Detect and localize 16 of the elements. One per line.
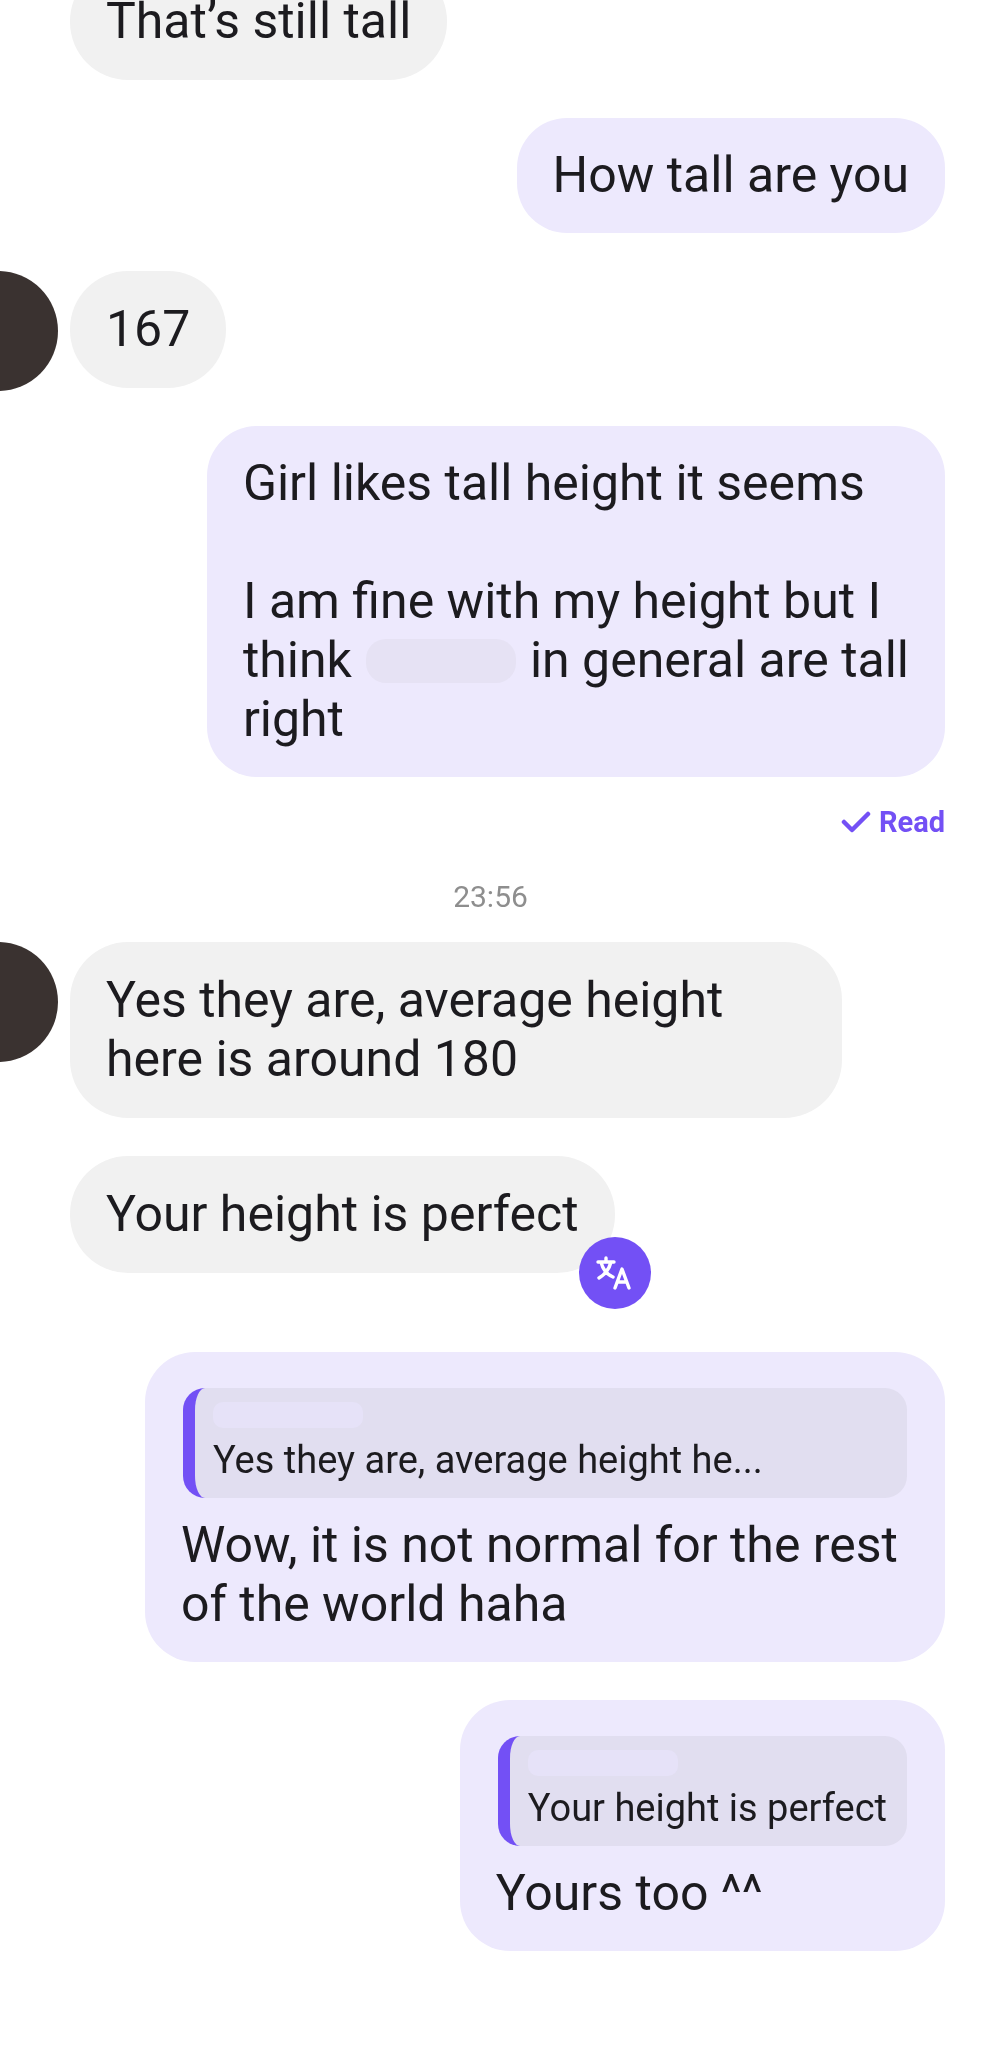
message-text: in general are tall	[529, 631, 909, 690]
quoted-reply[interactable]: Your height is perfect	[497, 1736, 907, 1846]
read-receipt: Read	[840, 805, 945, 839]
quoted-reply[interactable]: Yes they are, average height he...	[183, 1388, 907, 1498]
message-text: think	[242, 631, 352, 690]
timestamp: 23:56	[453, 879, 528, 914]
quoted-text: Yes they are, average height he...	[213, 1437, 764, 1484]
check-icon	[840, 810, 871, 834]
message-text: Yours too ^^	[495, 1864, 764, 1923]
message-text: How tall are you	[552, 146, 909, 205]
message-text: Wow, it is not normal for the rest of the world haha	[181, 1516, 899, 1634]
quoted-text: Your height is perfect	[527, 1785, 887, 1832]
incoming-message: 167	[70, 271, 227, 388]
incoming-message: Yes they are, average height here is around 180	[70, 942, 842, 1118]
incoming-message: That’s still tall	[70, 0, 448, 80]
message-text: right	[242, 690, 345, 749]
